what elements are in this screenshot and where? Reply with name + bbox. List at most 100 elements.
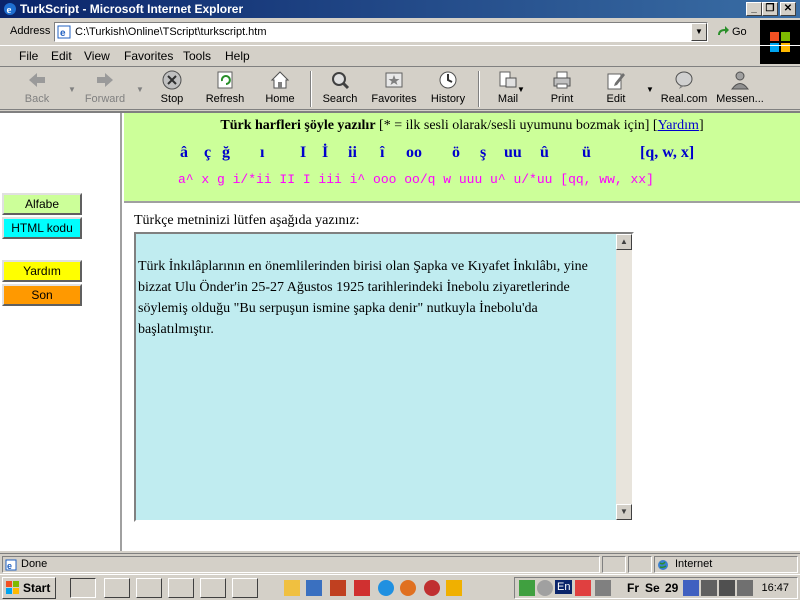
stop-button[interactable]: Stop [152,69,192,109]
tray-icon[interactable] [683,580,699,596]
page-done-icon: e [5,559,17,571]
taskbar-task[interactable] [232,578,258,598]
edit-button[interactable]: Edit [594,69,638,109]
alphabet-header-frame: Türk harfleri şöyle yazılır [* = ilk ses… [124,113,800,203]
start-button[interactable]: Start [2,577,56,599]
quick-launch-icon[interactable] [330,580,346,596]
menu-file[interactable]: File [19,49,38,63]
clock[interactable]: 16:47 [761,582,789,594]
messenger-icon [731,71,749,90]
tray-icon[interactable] [575,580,591,596]
tray-se[interactable]: Se [645,581,660,595]
son-button[interactable]: Son [2,284,82,306]
messenger-label: Messen... [716,93,764,105]
taskbar-task[interactable] [168,578,194,598]
alfabe-button[interactable]: Alfabe [2,193,82,215]
letter: ü [582,144,591,161]
back-arrow-icon [29,73,45,87]
quick-launch-icon[interactable] [306,580,322,596]
tray-fr[interactable]: Fr [627,581,639,595]
print-button[interactable]: Print [540,69,584,109]
minimize-button[interactable]: _ [746,2,762,16]
menu-help[interactable]: Help [225,49,250,63]
letter: ş [480,144,487,161]
taskbar-task[interactable] [104,578,130,598]
letter: ii [348,144,357,161]
tray-icon[interactable] [701,580,717,596]
toolbar: Back ▼ Forward ▼ Stop Refresh Home Searc… [0,66,800,110]
forward-label: Forward [84,93,126,105]
back-label: Back [24,93,50,105]
back-dropdown-icon[interactable]: ▼ [68,85,76,94]
status-done: Done [21,558,48,570]
yardim-link[interactable]: Yardım [658,118,699,133]
menu-tools[interactable]: Tools [183,49,211,63]
edit-dropdown-icon[interactable]: ▼ [646,85,654,94]
scroll-down-button[interactable]: ▼ [616,504,632,520]
go-arrow-icon [718,26,729,35]
taskbar-task[interactable] [200,578,226,598]
address-dropdown-button[interactable]: ▼ [691,23,707,41]
turkish-text-area[interactable]: Türk İnkılâplarının en önemlilerinden bi… [134,232,634,522]
tray-icon[interactable] [519,580,535,596]
quick-launch-icon[interactable] [446,580,462,596]
close-button[interactable]: ✕ [780,2,796,16]
favorites-button[interactable]: Favorites [368,69,420,109]
svg-text:e: e [60,28,66,39]
refresh-button[interactable]: Refresh [202,69,248,109]
mail-label: Mail [497,93,519,105]
page-icon: e [57,25,71,39]
vertical-scrollbar[interactable]: ▲ ▼ [616,234,632,520]
menu-view[interactable]: View [84,49,110,63]
refresh-icon [217,71,233,89]
quick-launch-icon[interactable] [378,580,394,596]
status-bar: e Done Internet [0,553,800,573]
browser-viewport: Alfabe HTML kodu Yardım Son Türk harfler… [0,111,800,551]
stop-icon [162,70,182,90]
input-prompt: Türkçe metninizi lütfen aşağıda yazınız: [134,213,360,228]
go-label: Go [732,26,747,38]
tray-icon[interactable] [737,580,753,596]
windows-flag-icon [6,581,19,594]
taskbar-task[interactable] [70,578,96,598]
scroll-up-button[interactable]: ▲ [616,234,632,250]
volume-icon[interactable] [595,580,611,596]
home-button[interactable]: Home [260,69,300,109]
mail-dropdown-icon[interactable]: ▼ [517,85,525,94]
html-kodu-button[interactable]: HTML kodu [2,217,82,239]
messenger-button[interactable]: Messen... [712,69,768,109]
search-icon [332,72,350,90]
quick-launch-icon[interactable] [354,580,370,596]
tray-icon[interactable] [719,580,735,596]
yardim-button[interactable]: Yardım [2,260,82,282]
quick-launch-icon[interactable] [284,580,300,596]
forward-dropdown-icon[interactable]: ▼ [136,85,144,94]
taskbar-task[interactable] [136,578,162,598]
forward-button[interactable]: Forward [82,69,128,109]
address-input[interactable]: e C:\Turkish\Online\TScript\turkscript.h… [54,22,708,42]
search-button[interactable]: Search [318,69,362,109]
language-indicator[interactable]: En [555,580,573,594]
quick-launch-icon[interactable] [400,580,416,596]
key-mapping-row: a^ x g i/*ii II I iii i^ ooo oo/q w uuu … [178,172,654,187]
header-line: Türk harfleri şöyle yazılır [* = ilk ses… [124,118,800,134]
letter: [q, w, x] [640,144,695,161]
go-button[interactable]: Go [714,23,756,41]
zone-cell: Internet [654,556,798,573]
letter: â [180,144,188,161]
letter: oo [406,144,422,161]
status-cell [602,556,626,573]
history-button[interactable]: History [426,69,470,109]
menu-favorites[interactable]: Favorites [124,49,173,63]
tray-icon[interactable] [537,580,553,596]
realcom-button[interactable]: Real.com [656,69,712,109]
address-bar: Address e C:\Turkish\Online\TScript\turk… [0,20,800,64]
tray-day[interactable]: 29 [665,581,678,595]
mail-icon [499,71,517,88]
maximize-button[interactable]: ❐ [762,2,778,16]
back-button[interactable]: Back [14,69,60,109]
menu-edit[interactable]: Edit [51,49,72,63]
home-label: Home [265,93,295,105]
quick-launch-icon[interactable] [424,580,440,596]
start-label: Start [23,581,51,595]
